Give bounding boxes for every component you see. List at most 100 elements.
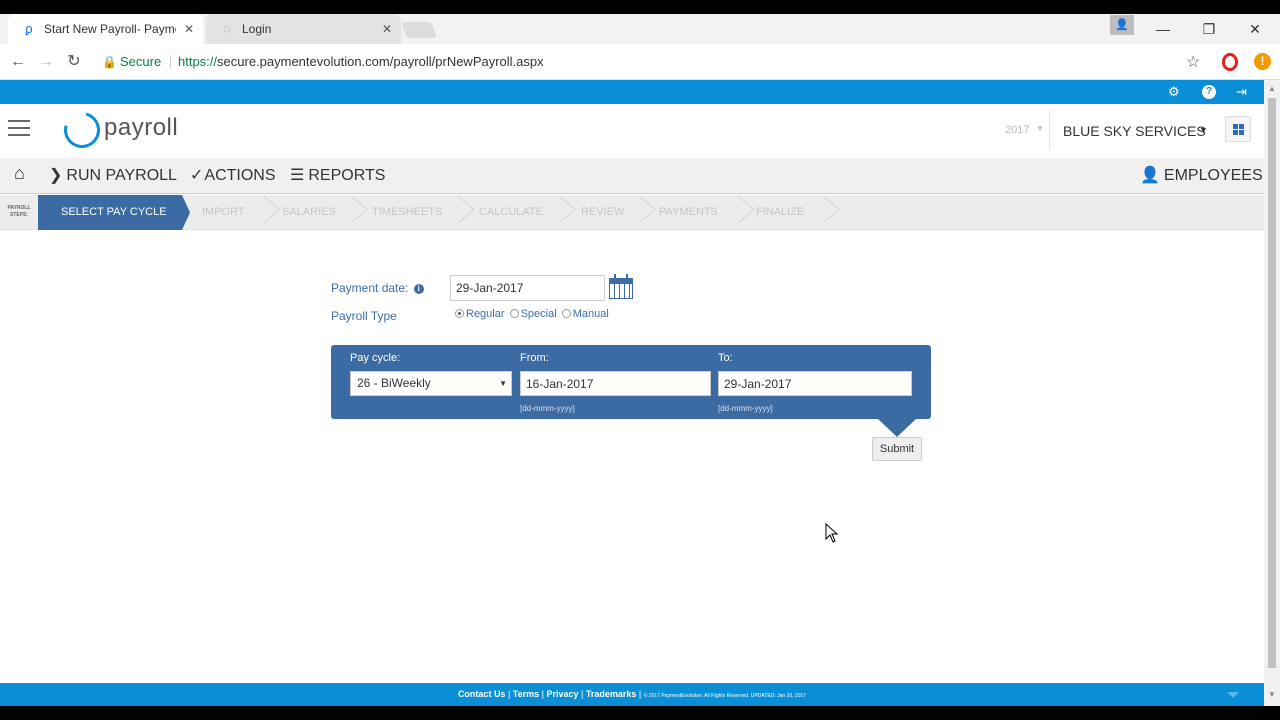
menu-run-payroll[interactable]: ❯ RUN PAYROLL	[49, 165, 177, 185]
radio-regular-label: Regular	[466, 308, 505, 320]
step-finalize[interactable]: FINALIZE	[756, 195, 804, 230]
reload-icon[interactable]: ↻	[64, 52, 84, 72]
bookmark-star-icon[interactable]: ☆	[1186, 52, 1200, 72]
footer-link-privacy[interactable]: Privacy	[547, 689, 579, 699]
page-footer: Contact Us | Terms | Privacy | Trademark…	[0, 683, 1264, 706]
info-icon[interactable]: i	[413, 284, 424, 294]
step-review[interactable]: REVIEW	[581, 195, 624, 230]
tab-start-new-payroll[interactable]: ϼ Start New Payroll- Payme ✕	[8, 14, 203, 44]
url-host: secure.paymentevolution.com	[217, 54, 390, 69]
step-chevron	[732, 195, 742, 230]
address-bar[interactable]: 🔒 Secure https://secure.paymentevolution…	[92, 48, 1214, 76]
scroll-up-icon[interactable]: ▲	[1264, 84, 1280, 93]
step-salaries[interactable]: SALARIES	[282, 195, 336, 230]
app-header: payroll 2017 ▼ BLUE SKY SERVICES ▼	[0, 104, 1264, 158]
footer-link-contact[interactable]: Contact Us	[458, 689, 506, 699]
to-date-hint: [dd-mmm-yyyy]	[718, 404, 773, 413]
tab-login[interactable]: ◌ Login ✕	[206, 14, 401, 44]
scroll-thumb[interactable]	[1268, 98, 1276, 668]
scroll-down-icon[interactable]: ▼	[1264, 690, 1280, 699]
tab-close-icon[interactable]: ✕	[382, 14, 392, 44]
browser-toolbar: ← → ↻ 🔒 Secure https://secure.paymentevo…	[0, 44, 1280, 80]
radio-regular[interactable]	[455, 309, 464, 318]
url-scheme: https://	[178, 54, 218, 69]
step-chevron	[553, 195, 563, 230]
header-divider	[1049, 110, 1050, 150]
year-selector[interactable]: 2017	[1005, 124, 1029, 136]
tab-close-icon[interactable]: ✕	[184, 14, 194, 44]
from-date-input[interactable]: 16-Jan-2017	[520, 371, 711, 396]
select-caret-icon: ▼	[499, 379, 507, 388]
radio-special[interactable]	[509, 309, 519, 318]
radio-manual-label: Manual	[572, 308, 609, 320]
step-import[interactable]: IMPORT	[202, 195, 245, 230]
menu-reports[interactable]: ☰ REPORTS	[290, 165, 385, 185]
footer-collapse-icon[interactable]	[1227, 692, 1239, 698]
payroll-steps-bar: PAYROLL STEPS: SELECT PAY CYCLE IMPORT SA…	[0, 195, 1264, 230]
settings-gear-icon[interactable]: ⚙	[1168, 83, 1180, 101]
minimize-button[interactable]: —	[1140, 14, 1186, 44]
opera-extension-icon[interactable]	[1222, 53, 1238, 71]
to-date-input[interactable]: 29-Jan-2017	[718, 371, 912, 396]
tab-title: Start New Payroll- Payme	[44, 22, 176, 36]
step-chevron	[258, 195, 268, 230]
profile-icon[interactable]: 👤	[1110, 15, 1134, 35]
browser-tab-strip: ϼ Start New Payroll- Payme ✕ ◌ Login ✕ 👤…	[0, 14, 1280, 44]
step-chevron	[345, 195, 355, 230]
footer-link-trademarks[interactable]: Trademarks	[586, 689, 637, 699]
top-utility-bar: ⚙ ? ⇥	[0, 80, 1264, 104]
url-path: /payroll/prNewPayroll.aspx	[389, 54, 544, 69]
payroll-type-label: Payroll Type	[331, 309, 397, 323]
logout-icon[interactable]: ⇥	[1236, 83, 1247, 101]
pay-cycle-value: 26 - BiWeekly	[357, 376, 431, 390]
from-date-hint: [dd-mmm-yyyy]	[520, 404, 575, 413]
payroll-logo-icon	[57, 105, 107, 155]
menu-employees[interactable]: 👤 EMPLOYEES	[1140, 165, 1263, 185]
panel-pointer	[878, 419, 916, 437]
new-tab-button[interactable]	[401, 22, 437, 38]
help-icon[interactable]: ?	[1202, 85, 1216, 99]
alert-extension-icon[interactable]: !	[1254, 53, 1271, 70]
pay-cycle-label: Pay cycle:	[350, 352, 401, 364]
pay-cycle-select[interactable]: 26 - BiWeekly ▼	[350, 371, 512, 396]
list-icon: ☰	[290, 167, 305, 184]
apps-grid-icon[interactable]	[1225, 116, 1251, 142]
menu-reports-label: REPORTS	[308, 167, 386, 184]
company-caret-icon[interactable]: ▼	[1199, 125, 1208, 135]
menu-employees-label: EMPLOYEES	[1163, 167, 1263, 184]
page-scrollbar[interactable]: ▲ ▼	[1264, 80, 1280, 706]
company-selector[interactable]: BLUE SKY SERVICES	[1063, 123, 1206, 139]
forward-arrow-icon[interactable]: →	[36, 52, 56, 72]
step-payments[interactable]: PAYMENTS	[659, 195, 718, 230]
menu-actions-label: ACTIONS	[204, 167, 276, 184]
submit-button[interactable]: Submit	[872, 437, 922, 461]
web-page: ⚙ ? ⇥ payroll 2017 ▼ BLUE SKY SERVICES ▼…	[0, 80, 1264, 706]
step-chevron	[633, 195, 643, 230]
user-icon: 👤	[1140, 167, 1160, 184]
chevron-down-icon: ✓	[190, 167, 204, 184]
payment-date-input[interactable]: 29-Jan-2017	[450, 275, 605, 301]
payroll-steps-label: PAYROLL STEPS:	[7, 205, 31, 218]
step-chevron	[452, 195, 462, 230]
menu-actions[interactable]: ✓ACTIONS	[190, 165, 276, 185]
step-calculate[interactable]: CALCULATE	[479, 195, 543, 230]
restore-button[interactable]: ❐	[1186, 14, 1232, 44]
calendar-icon[interactable]	[609, 274, 633, 300]
paymentevolution-favicon-icon: ϼ	[25, 21, 33, 36]
radio-manual[interactable]	[561, 309, 571, 318]
year-caret-icon[interactable]: ▼	[1036, 124, 1044, 133]
screen: ϼ Start New Payroll- Payme ✕ ◌ Login ✕ 👤…	[0, 0, 1280, 720]
hamburger-menu-icon[interactable]	[8, 120, 30, 138]
step-chevron	[817, 195, 827, 230]
radio-special-label: Special	[520, 308, 557, 320]
footer-link-terms[interactable]: Terms	[513, 689, 539, 699]
screen-bottom-edge	[0, 706, 1280, 720]
home-icon[interactable]: ⌂	[14, 163, 25, 184]
secure-label: Secure	[120, 54, 162, 69]
chevron-right-icon: ❯	[49, 167, 63, 184]
back-arrow-icon[interactable]: ←	[8, 52, 28, 72]
close-window-button[interactable]: ✕	[1232, 14, 1278, 44]
step-timesheets[interactable]: TIMESHEETS	[372, 195, 442, 230]
to-label: To:	[718, 352, 733, 364]
step-select-pay-cycle[interactable]: SELECT PAY CYCLE	[38, 195, 190, 230]
